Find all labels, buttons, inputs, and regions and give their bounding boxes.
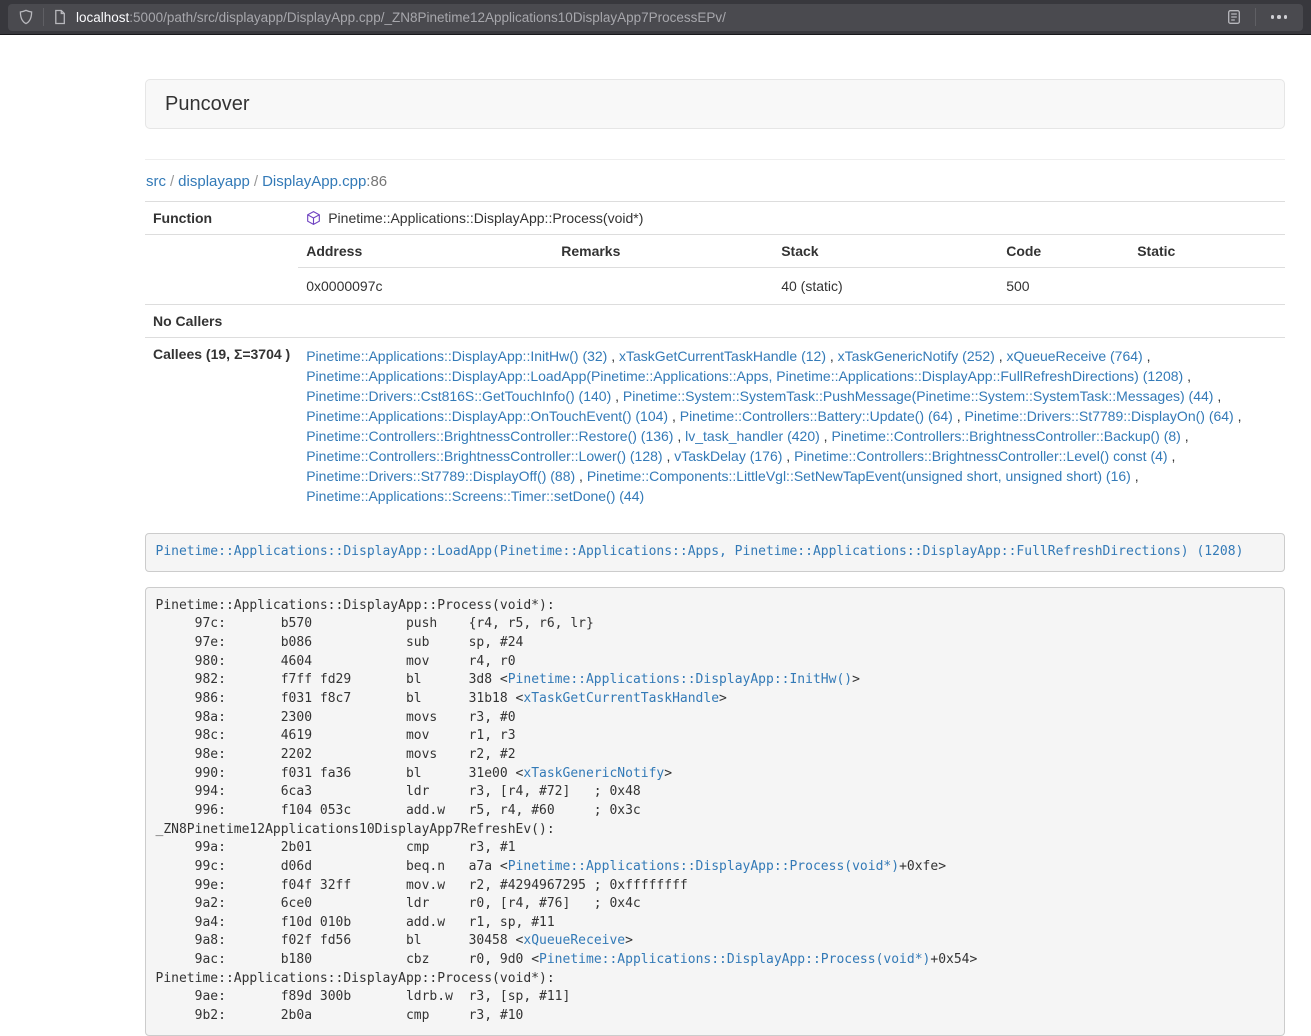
assembly-line: 98c: 4619 mov r1, r3 [156, 727, 1275, 746]
assembly-symbol-link[interactable]: Pinetime::Applications::DisplayApp::Proc… [539, 952, 930, 967]
url-host: localhost [76, 10, 129, 25]
breadcrumb-separator: / [166, 173, 178, 190]
url-text[interactable]: localhost:5000/path/src/displayapp/Displ… [76, 10, 1222, 25]
assembly-line: 9b2: 2b0a cmp r3, #10 [156, 1007, 1275, 1026]
callees-row: Callees (19, Σ=3704 ) Pinetime::Applicat… [145, 338, 1285, 515]
assembly-line: 986: f031 f8c7 bl 31b18 <xTaskGetCurrent… [156, 690, 1275, 709]
assembly-code: Pinetime::Applications::DisplayApp::Proc… [145, 587, 1285, 1036]
assembly-line: Pinetime::Applications::DisplayApp::Proc… [156, 970, 1275, 989]
callee-link[interactable]: xTaskGenericNotify (252) [838, 348, 995, 364]
callee-link[interactable]: Pinetime::Controllers::Battery::Update()… [680, 408, 953, 424]
assembly-line: Pinetime::Applications::DisplayApp::Proc… [156, 597, 1275, 616]
assembly-line: 982: f7ff fd29 bl 3d8 <Pinetime::Applica… [156, 671, 1275, 690]
assembly-line: 97c: b570 push {r4, r5, r6, lr} [156, 615, 1275, 634]
assembly-line: _ZN8Pinetime12Applications10DisplayApp7R… [156, 821, 1275, 840]
stats-header-address: Address [298, 235, 553, 268]
function-table: Function Pinetime::Applications::Display… [145, 201, 1285, 514]
callees-list: Pinetime::Applications::DisplayApp::Init… [298, 338, 1285, 515]
reader-mode-icon[interactable] [1222, 9, 1246, 25]
stats-table: Address Remarks Stack Code Static 0x0000… [298, 235, 1285, 304]
callee-link[interactable]: Pinetime::Components::LittleVgl::SetNewT… [587, 468, 1131, 484]
assembly-line: 980: 4604 mov r4, r0 [156, 653, 1275, 672]
browser-toolbar: localhost:5000/path/src/displayapp/Displ… [0, 0, 1311, 35]
page-actions-menu-icon[interactable] [1265, 15, 1294, 19]
callee-link[interactable]: Pinetime::Drivers::St7789::DisplayOn() (… [965, 408, 1234, 424]
url-path: :5000/path/src/displayapp/DisplayApp.cpp… [129, 10, 726, 25]
divider [43, 8, 44, 26]
assembly-symbol-link[interactable]: Pinetime::Applications::DisplayApp::Init… [508, 672, 852, 687]
stats-header-code: Code [998, 235, 1129, 268]
callee-link[interactable]: Pinetime::Controllers::BrightnessControl… [306, 448, 662, 464]
assembly-line: 994: 6ca3 ldr r3, [r4, #72] ; 0x48 [156, 783, 1275, 802]
stats-value-static [1129, 268, 1285, 305]
assembly-line: 99e: f04f 32ff mov.w r2, #4294967295 ; 0… [156, 877, 1275, 896]
callee-link[interactable]: vTaskDelay (176) [674, 448, 782, 464]
breadcrumb: src/displayapp/DisplayApp.cpp:86 [146, 173, 1285, 190]
callee-link[interactable]: Pinetime::Applications::DisplayApp::Load… [306, 368, 1183, 384]
app-title: Puncover [165, 93, 250, 115]
callee-link[interactable]: xQueueReceive (764) [1007, 348, 1143, 364]
assembly-line: 990: f031 fa36 bl 31e00 <xTaskGenericNot… [156, 765, 1275, 784]
page-title: Puncover [145, 79, 1285, 129]
stats-value-code: 500 [998, 268, 1129, 305]
assembly-line: 9ac: b180 cbz r0, 9d0 <Pinetime::Applica… [156, 951, 1275, 970]
assembly-line: 98e: 2202 movs r2, #2 [156, 746, 1275, 765]
assembly-line: 9a8: f02f fd56 bl 30458 <xQueueReceive> [156, 932, 1275, 951]
stats-value-remarks [553, 268, 773, 305]
assembly-symbol-link[interactable]: Pinetime::Applications::DisplayApp::Proc… [508, 859, 899, 874]
assembly-symbol-link[interactable]: xTaskGenericNotify [523, 766, 664, 781]
divider [1255, 8, 1256, 26]
assembly-line: 99c: d06d beq.n a7a <Pinetime::Applicati… [156, 858, 1275, 877]
callee-link[interactable]: Pinetime::Controllers::BrightnessControl… [831, 428, 1180, 444]
page-info-icon[interactable] [53, 9, 67, 25]
callee-link[interactable]: Pinetime::Controllers::BrightnessControl… [794, 448, 1167, 464]
assembly-line: 9a4: f10d 010b add.w r1, sp, #11 [156, 914, 1275, 933]
breadcrumb-line-number: :86 [366, 173, 387, 190]
callee-link[interactable]: lv_task_handler (420) [685, 428, 820, 444]
callee-link[interactable]: Pinetime::Applications::Screens::Timer::… [306, 488, 644, 504]
page-container: Puncover src/displayapp/DisplayApp.cpp:8… [145, 79, 1285, 1036]
breadcrumb-link-src[interactable]: src [146, 173, 166, 190]
callee-link[interactable]: Pinetime::Controllers::BrightnessControl… [306, 428, 673, 444]
stats-value-stack: 40 (static) [773, 268, 998, 305]
callee-link[interactable]: Pinetime::Applications::DisplayApp::OnTo… [306, 408, 668, 424]
callees-label: Callees (19, Σ=3704 ) [145, 338, 298, 515]
callee-link[interactable]: Pinetime::Drivers::St7789::DisplayOff() … [306, 468, 575, 484]
function-name: Pinetime::Applications::DisplayApp::Proc… [328, 210, 643, 226]
assembly-line: 996: f104 053c add.w r5, r4, #60 ; 0x3c [156, 802, 1275, 821]
callee-link[interactable]: Pinetime::Drivers::Cst816S::GetTouchInfo… [306, 388, 611, 404]
function-label: Function [145, 202, 298, 235]
snippet-link[interactable]: Pinetime::Applications::DisplayApp::Load… [156, 544, 1244, 559]
breadcrumb-link-displayapp[interactable]: displayapp [178, 173, 250, 190]
no-callers-label: No Callers [145, 305, 298, 338]
assembly-symbol-link[interactable]: xTaskGetCurrentTaskHandle [523, 691, 719, 706]
assembly-symbol-link[interactable]: xQueueReceive [523, 933, 625, 948]
stats-header-static: Static [1129, 235, 1285, 268]
snippet-box: Pinetime::Applications::DisplayApp::Load… [145, 533, 1285, 572]
stats-header-stack: Stack [773, 235, 998, 268]
assembly-line: 99a: 2b01 cmp r3, #1 [156, 839, 1275, 858]
stats-row: Address Remarks Stack Code Static 0x0000… [145, 235, 1285, 305]
stats-value-address: 0x0000097c [298, 268, 553, 305]
callee-link[interactable]: Pinetime::Applications::DisplayApp::Init… [306, 348, 607, 364]
callers-row: No Callers [145, 305, 1285, 338]
divider [145, 159, 1285, 160]
stats-header-remarks: Remarks [553, 235, 773, 268]
address-bar[interactable]: localhost:5000/path/src/displayapp/Displ… [8, 4, 1303, 31]
assembly-line: 97e: b086 sub sp, #24 [156, 634, 1275, 653]
breadcrumb-separator: / [250, 173, 262, 190]
breadcrumb-link-file[interactable]: DisplayApp.cpp [262, 173, 366, 190]
package-icon [306, 210, 321, 226]
shield-icon[interactable] [18, 9, 34, 25]
callee-link[interactable]: xTaskGetCurrentTaskHandle (12) [619, 348, 826, 364]
assembly-line: 9a2: 6ce0 ldr r0, [r4, #76] ; 0x4c [156, 895, 1275, 914]
assembly-line: 98a: 2300 movs r3, #0 [156, 709, 1275, 728]
function-row: Function Pinetime::Applications::Display… [145, 202, 1285, 235]
callee-link[interactable]: Pinetime::System::SystemTask::PushMessag… [623, 388, 1214, 404]
